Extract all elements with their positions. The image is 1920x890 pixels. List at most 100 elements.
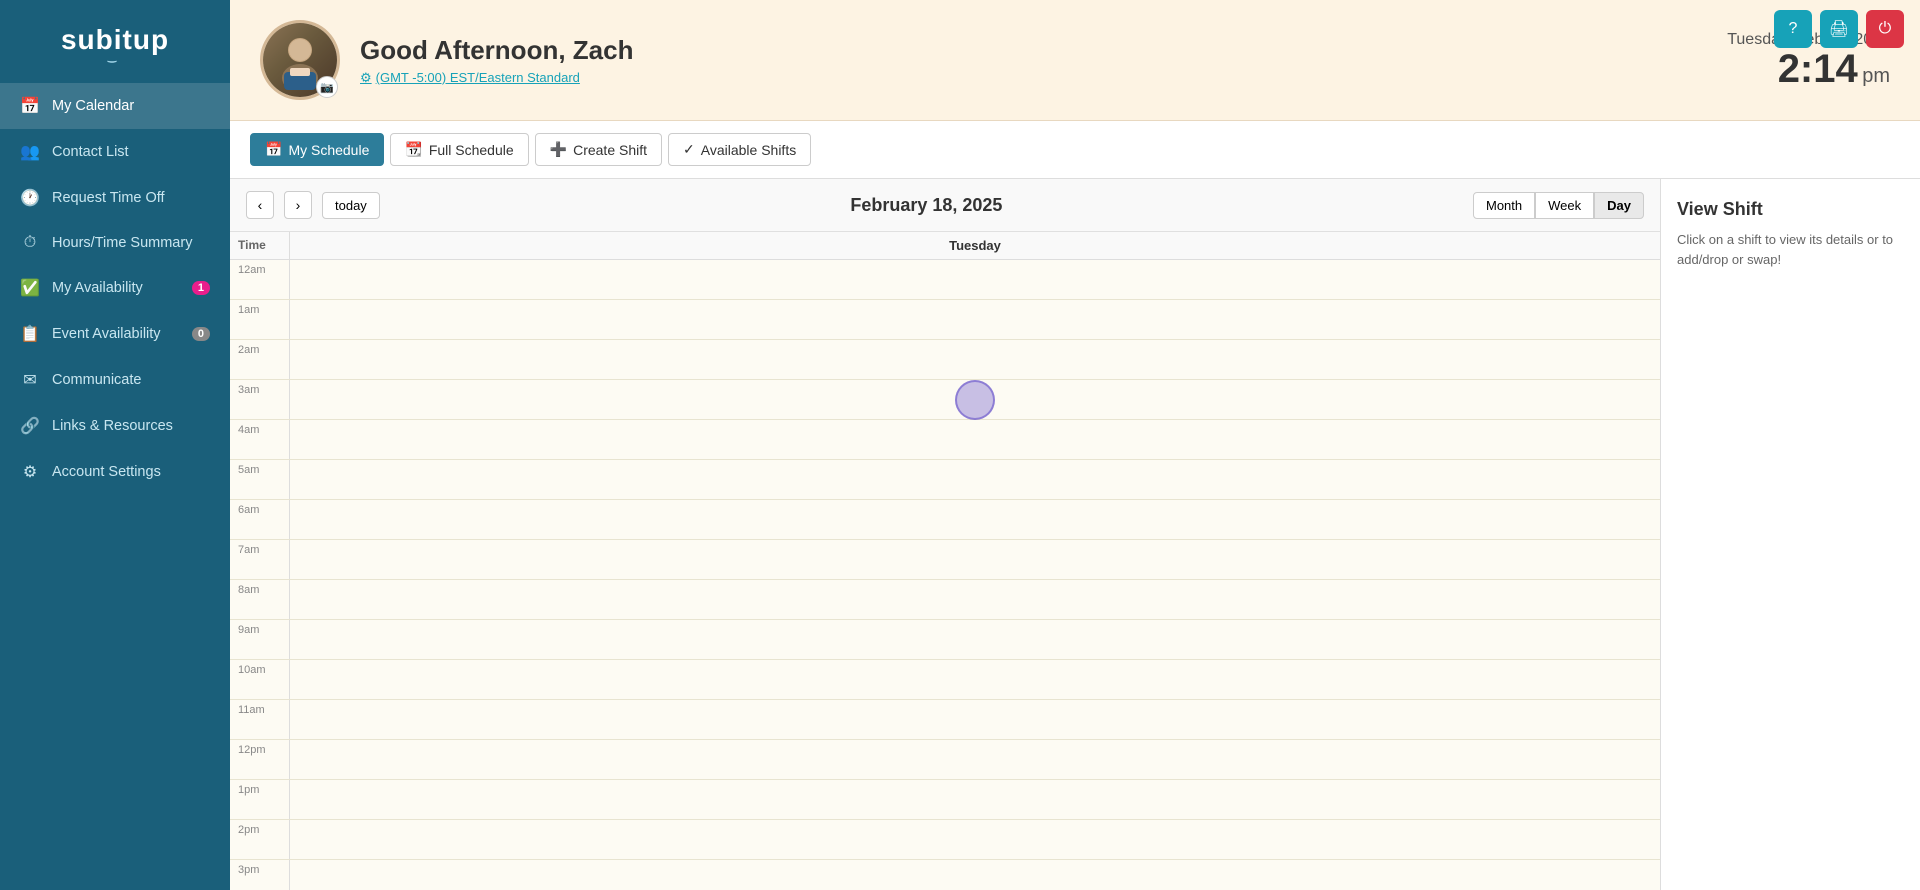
sidebar-item-contact-list[interactable]: 👥 Contact List <box>0 129 230 175</box>
right-panel: View Shift Click on a shift to view its … <box>1660 179 1920 890</box>
time-label: 3am <box>230 380 290 419</box>
time-label: 3pm <box>230 860 290 890</box>
main-content: ? 🖨 ⏻ 📷 Good Afternoon, Zach <box>230 0 1920 890</box>
today-btn[interactable]: today <box>322 192 380 219</box>
time-row: 5am <box>230 460 1660 500</box>
sidebar-item-my-calendar[interactable]: 📅 My Calendar <box>0 83 230 129</box>
time-cell[interactable] <box>290 340 1660 379</box>
event-availability-icon: 📋 <box>20 324 40 344</box>
my-availability-icon: ✅ <box>20 278 40 298</box>
full-schedule-icon: 📆 <box>405 141 422 158</box>
sidebar-item-links-resources[interactable]: 🔗 Links & Resources <box>0 403 230 449</box>
time-row: 6am <box>230 500 1660 540</box>
time-cell[interactable] <box>290 620 1660 659</box>
app-name: subitup <box>61 24 169 55</box>
tab-available-shifts[interactable]: ✓Available Shifts <box>668 133 811 166</box>
sidebar-label-my-calendar: My Calendar <box>52 98 134 114</box>
time-label: 1am <box>230 300 290 339</box>
view-shift-title: View Shift <box>1677 199 1904 220</box>
calendar-main: ‹ › today February 18, 2025 MonthWeekDay… <box>230 179 1660 890</box>
time-rows-container: 12am1am2am3am4am5am6am7am8am9am10am11am1… <box>230 260 1660 890</box>
view-btn-week[interactable]: Week <box>1535 192 1594 219</box>
time-cell[interactable] <box>290 860 1660 890</box>
contact-list-icon: 👥 <box>20 142 40 162</box>
account-settings-icon: ⚙ <box>20 462 40 482</box>
time-row: 3pm <box>230 860 1660 890</box>
sidebar-item-event-availability[interactable]: 📋 Event Availability 0 <box>0 311 230 357</box>
calendar-container: ‹ › today February 18, 2025 MonthWeekDay… <box>230 179 1920 890</box>
time-cell[interactable] <box>290 660 1660 699</box>
schedule-nav: 📅My Schedule📆Full Schedule➕Create Shift✓… <box>230 121 1920 179</box>
time-label: 5am <box>230 460 290 499</box>
sidebar-item-account-settings[interactable]: ⚙ Account Settings <box>0 449 230 495</box>
tab-create-shift[interactable]: ➕Create Shift <box>535 133 662 166</box>
time-cell[interactable] <box>290 780 1660 819</box>
sidebar-label-my-availability: My Availability <box>52 280 143 296</box>
sidebar-label-request-time-off: Request Time Off <box>52 190 165 206</box>
time-row: 9am <box>230 620 1660 660</box>
time-row: 10am <box>230 660 1660 700</box>
time-label: 6am <box>230 500 290 539</box>
badge-my-availability: 1 <box>192 281 210 295</box>
view-btn-day[interactable]: Day <box>1594 192 1644 219</box>
app-smile: ‿ <box>20 52 210 63</box>
time-cell[interactable] <box>290 820 1660 859</box>
time-cell[interactable] <box>290 540 1660 579</box>
greeting-name: Good Afternoon, Zach <box>360 35 1707 66</box>
power-button[interactable]: ⏻ <box>1866 10 1904 48</box>
timezone-link[interactable]: ⚙ (GMT -5:00) EST/Eastern Standard <box>360 70 1707 86</box>
time-row: 12pm <box>230 740 1660 780</box>
sidebar-label-account-settings: Account Settings <box>52 464 161 480</box>
view-btn-month[interactable]: Month <box>1473 192 1535 219</box>
time-cell[interactable] <box>290 580 1660 619</box>
communicate-icon: ✉ <box>20 370 40 390</box>
time-cell[interactable] <box>290 460 1660 499</box>
time-label: 7am <box>230 540 290 579</box>
time-cell[interactable] <box>290 420 1660 459</box>
time-label: 9am <box>230 620 290 659</box>
tab-my-schedule[interactable]: 📅My Schedule <box>250 133 384 166</box>
avatar-container: 📷 <box>260 20 340 100</box>
calendar-date-title: February 18, 2025 <box>390 195 1463 216</box>
time-row: 2am <box>230 340 1660 380</box>
view-buttons: MonthWeekDay <box>1473 192 1644 219</box>
time-column-header: Time <box>230 232 290 259</box>
time-row: 12am <box>230 260 1660 300</box>
sidebar-item-request-time-off[interactable]: 🕐 Request Time Off <box>0 175 230 221</box>
time-cell[interactable] <box>290 300 1660 339</box>
sidebar-label-communicate: Communicate <box>52 372 141 388</box>
available-shifts-icon: ✓ <box>683 141 695 158</box>
sidebar: subitup ‿ 📅 My Calendar 👥 Contact List 🕐… <box>0 0 230 890</box>
header-banner: 📷 Good Afternoon, Zach ⚙ (GMT -5:00) EST… <box>230 0 1920 121</box>
time-cell[interactable] <box>290 260 1660 299</box>
prev-btn[interactable]: ‹ <box>246 191 274 219</box>
sidebar-label-hours-time-summary: Hours/Time Summary <box>52 235 192 251</box>
sidebar-item-communicate[interactable]: ✉ Communicate <box>0 357 230 403</box>
time-row: 1pm <box>230 780 1660 820</box>
sidebar-logo: subitup ‿ <box>0 0 230 83</box>
time-row: 11am <box>230 700 1660 740</box>
time-row: 4am <box>230 420 1660 460</box>
time-row: 8am <box>230 580 1660 620</box>
time-cell[interactable] <box>290 500 1660 539</box>
day-column-header: Tuesday <box>290 232 1660 259</box>
sidebar-item-my-availability[interactable]: ✅ My Availability 1 <box>0 265 230 311</box>
time-label: 2am <box>230 340 290 379</box>
greeting-block: Good Afternoon, Zach ⚙ (GMT -5:00) EST/E… <box>360 35 1707 86</box>
sidebar-item-hours-time-summary[interactable]: ⏱ Hours/Time Summary <box>0 221 230 265</box>
timezone-text: (GMT -5:00) EST/Eastern Standard <box>376 70 580 85</box>
tab-full-schedule[interactable]: 📆Full Schedule <box>390 133 528 166</box>
print-button[interactable]: 🖨 <box>1820 10 1858 48</box>
help-button[interactable]: ? <box>1774 10 1812 48</box>
time-cell[interactable] <box>290 380 1660 419</box>
my-schedule-label: My Schedule <box>288 142 369 158</box>
next-btn[interactable]: › <box>284 191 312 219</box>
hours-time-summary-icon: ⏱ <box>20 234 40 252</box>
create-shift-icon: ➕ <box>550 141 567 158</box>
time-row: 1am <box>230 300 1660 340</box>
camera-icon[interactable]: 📷 <box>316 76 338 98</box>
time-cell[interactable] <box>290 700 1660 739</box>
time-grid[interactable]: Time Tuesday 12am1am2am3am4am5am6am7am8a… <box>230 232 1660 890</box>
time-cell[interactable] <box>290 740 1660 779</box>
time-label: 8am <box>230 580 290 619</box>
